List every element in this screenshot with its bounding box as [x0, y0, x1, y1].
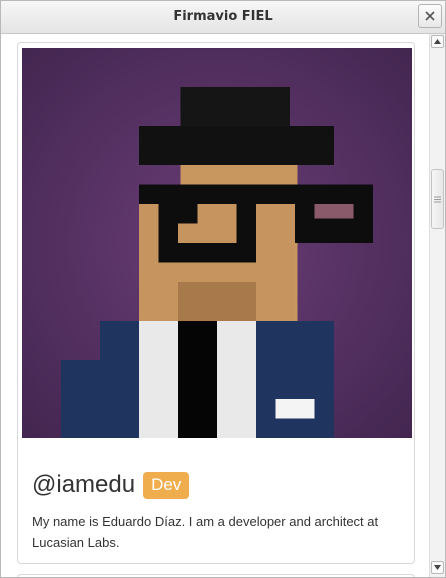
profile-card: @iamedu Dev My name is Eduardo Díaz. I a…	[17, 42, 415, 564]
name-row: @iamedu Dev	[32, 471, 190, 499]
vertical-scrollbar[interactable]	[429, 34, 445, 577]
title-bar: Firmavio FIEL	[1, 1, 445, 34]
scroll-down-button[interactable]	[431, 561, 444, 574]
chevron-up-icon	[434, 39, 441, 44]
close-icon	[425, 11, 435, 21]
scroll-thumb[interactable]	[431, 169, 444, 229]
profile-bio: My name is Eduardo Díaz. I am a develope…	[32, 514, 379, 550]
role-badge: Dev	[143, 471, 190, 499]
scroll-content: @iamedu Dev My name is Eduardo Díaz. I a…	[1, 34, 429, 577]
grip-icon	[434, 196, 441, 202]
app-window: Firmavio FIEL @iamedu Dev My name is Edu…	[0, 0, 446, 578]
avatar-image	[22, 48, 412, 438]
close-button[interactable]	[418, 4, 442, 28]
scroll-up-button[interactable]	[431, 35, 444, 48]
chevron-down-icon	[434, 565, 441, 570]
window-title: Firmavio FIEL	[173, 9, 273, 24]
next-card-edge	[17, 574, 415, 577]
username: @iamedu	[32, 471, 136, 498]
